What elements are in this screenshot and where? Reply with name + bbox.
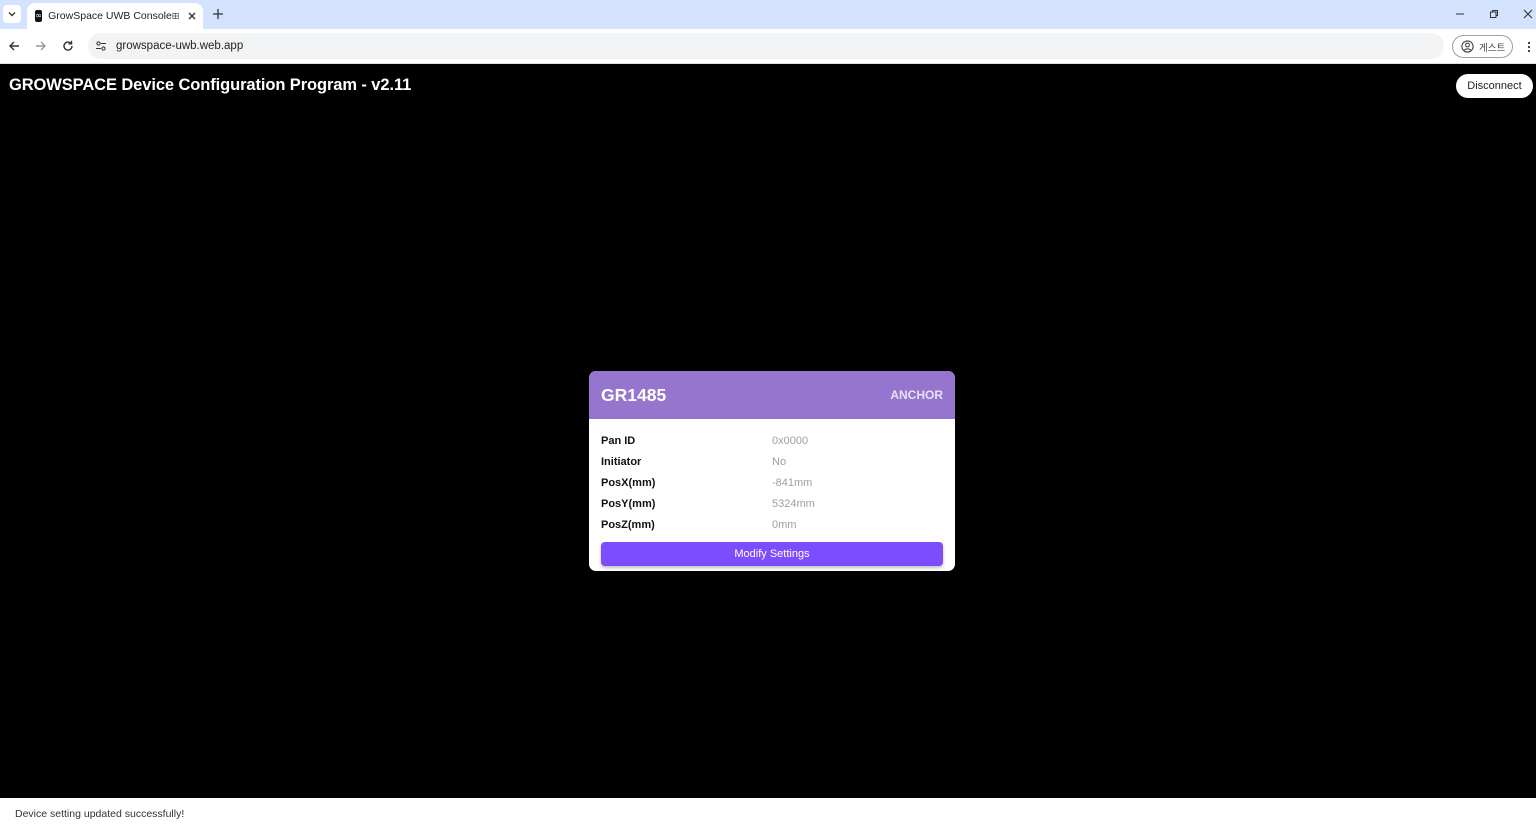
tab-grid-icon bbox=[172, 13, 179, 19]
page-title: GROWSPACE Device Configuration Program -… bbox=[9, 76, 412, 94]
reload-button[interactable] bbox=[59, 37, 77, 55]
tab-title: GrowSpace UWB Console bbox=[48, 10, 172, 22]
close-icon bbox=[188, 12, 196, 20]
field-value: -841mm bbox=[772, 476, 813, 489]
status-snackbar: Device setting updated successfully! bbox=[0, 798, 1536, 829]
device-card-header: GR1485 ANCHOR bbox=[589, 371, 955, 419]
minimize-button[interactable] bbox=[1450, 4, 1470, 24]
back-button[interactable] bbox=[5, 37, 23, 55]
more-vertical-icon bbox=[1527, 41, 1531, 53]
tab-close-button[interactable] bbox=[187, 10, 197, 22]
field-label: Initiator bbox=[601, 455, 642, 468]
close-icon bbox=[1523, 9, 1533, 19]
field-row-initiator: Initiator No bbox=[601, 451, 943, 472]
device-role-badge: ANCHOR bbox=[890, 388, 943, 402]
field-value: No bbox=[772, 455, 787, 468]
browser-tab-active[interactable]: ∞ GrowSpace UWB Console bbox=[27, 3, 203, 29]
account-circle-icon bbox=[1461, 40, 1474, 53]
field-label: Pan ID bbox=[601, 434, 636, 447]
restore-button[interactable] bbox=[1484, 4, 1504, 24]
device-card-body: Pan ID 0x0000 Initiator No PosX(mm) -841… bbox=[589, 419, 955, 566]
tab-search-button[interactable] bbox=[3, 5, 21, 23]
favicon-icon: ∞ bbox=[35, 10, 43, 22]
field-label: PosZ(mm) bbox=[601, 519, 655, 532]
minimize-icon bbox=[1456, 13, 1464, 15]
field-row-pos-y: PosY(mm) 5324mm bbox=[601, 494, 943, 515]
field-value: 0mm bbox=[772, 519, 797, 532]
field-label: PosX(mm) bbox=[601, 476, 656, 489]
profile-button[interactable]: 게스트 bbox=[1452, 35, 1513, 58]
field-value: 0x0000 bbox=[772, 434, 809, 447]
snackbar-message: Device setting updated successfully! bbox=[15, 807, 185, 820]
browser-toolbar: growspace-uwb.web.app 게스트 bbox=[0, 29, 1536, 64]
tune-icon bbox=[96, 41, 106, 51]
app-viewport: GROWSPACE Device Configuration Program -… bbox=[0, 64, 1536, 798]
forward-button[interactable] bbox=[32, 37, 50, 55]
device-id: GR1485 bbox=[601, 384, 667, 405]
field-row-pan-id: Pan ID 0x0000 bbox=[601, 430, 943, 451]
chevron-down-icon bbox=[8, 12, 16, 17]
field-row-pos-x: PosX(mm) -841mm bbox=[601, 472, 943, 493]
field-row-pos-z: PosZ(mm) 0mm bbox=[601, 515, 943, 536]
browser-tab-strip: ∞ GrowSpace UWB Console bbox=[0, 0, 1536, 29]
reload-icon bbox=[63, 40, 73, 51]
disconnect-button[interactable]: Disconnect bbox=[1456, 74, 1533, 98]
restore-icon bbox=[1490, 10, 1498, 18]
new-tab-button[interactable] bbox=[209, 5, 227, 23]
device-card: GR1485 ANCHOR Pan ID 0x0000 Initiator No… bbox=[589, 371, 955, 571]
address-bar[interactable]: growspace-uwb.web.app bbox=[88, 33, 1444, 59]
plus-icon bbox=[213, 9, 223, 19]
field-value: 5324mm bbox=[772, 498, 815, 511]
modify-settings-button[interactable]: Modify Settings bbox=[601, 541, 943, 566]
site-info-button[interactable] bbox=[93, 38, 109, 54]
browser-menu-button[interactable] bbox=[1521, 38, 1536, 56]
field-label: PosY(mm) bbox=[601, 498, 656, 511]
profile-label: 게스트 bbox=[1479, 42, 1506, 54]
url-text: growspace-uwb.web.app bbox=[116, 40, 244, 52]
arrow-left-icon bbox=[9, 41, 19, 51]
arrow-right-icon bbox=[36, 41, 46, 51]
window-close-button[interactable] bbox=[1518, 4, 1536, 24]
